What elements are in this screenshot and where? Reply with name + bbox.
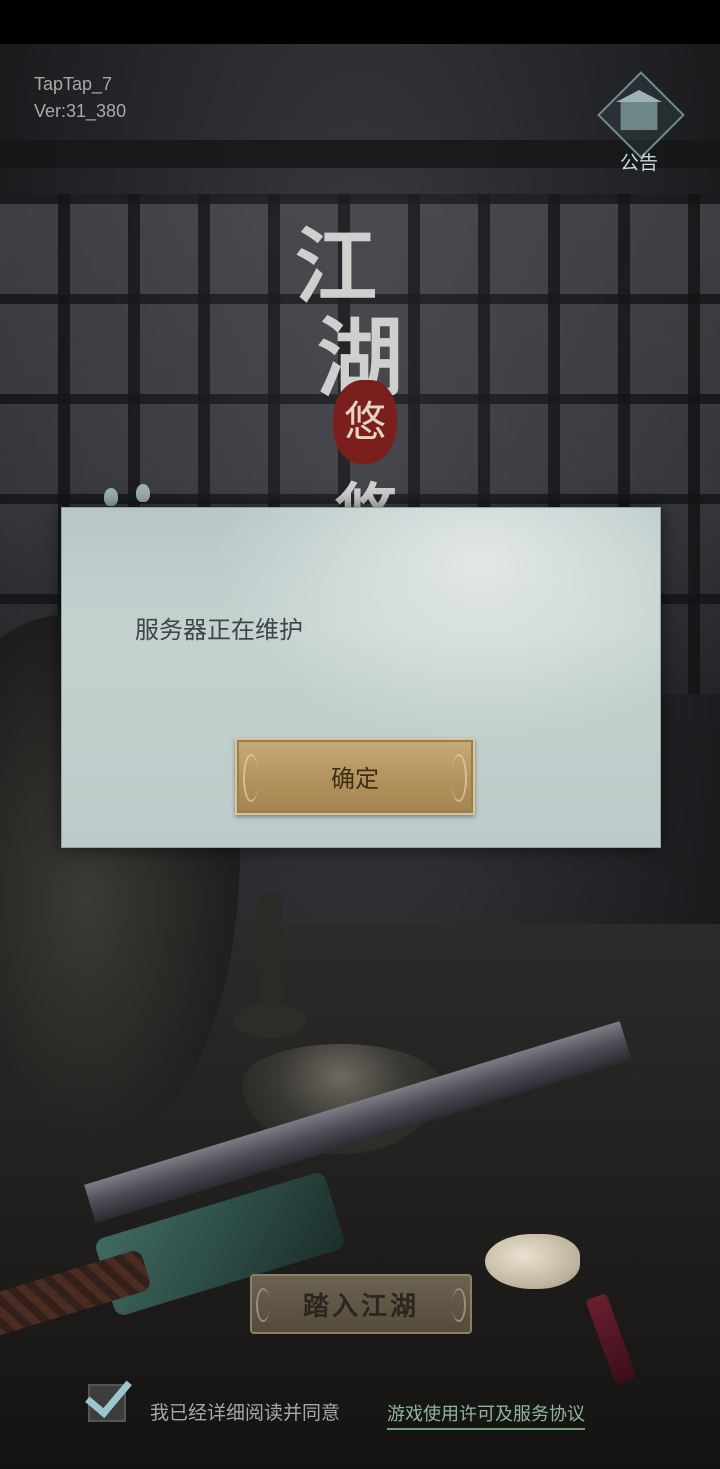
notice-button[interactable]: 公告 <box>594 71 685 178</box>
dialog-message: 服务器正在维护 <box>135 616 303 644</box>
status-bar <box>0 0 720 44</box>
consent-text: 我已经详细阅读并同意 <box>150 1402 341 1424</box>
maintenance-dialog: 服务器正在维护 确定 <box>61 507 661 848</box>
bird-decoration <box>136 484 150 502</box>
agree-checkbox[interactable] <box>85 1368 132 1422</box>
goblet-base <box>234 1004 306 1038</box>
confirm-button[interactable]: 确定 <box>235 738 475 815</box>
notice-label: 公告 <box>619 152 658 174</box>
logo-seal: 悠 <box>333 380 397 464</box>
channel-label: TapTap_7 <box>34 74 113 94</box>
consent-row: 我已经详细阅读并同意 游戏使用许可及服务协议 <box>0 1368 720 1438</box>
enter-game-button[interactable]: 踏入江湖 <box>250 1274 472 1334</box>
jade-pendant-image <box>485 1234 580 1289</box>
version-label: Ver:31_380 <box>34 101 127 121</box>
game-logo: 江 湖 悠 悠 <box>295 200 465 549</box>
bird-decoration <box>104 488 118 506</box>
agreement-link[interactable]: 游戏使用许可及服务协议 <box>387 1400 585 1430</box>
